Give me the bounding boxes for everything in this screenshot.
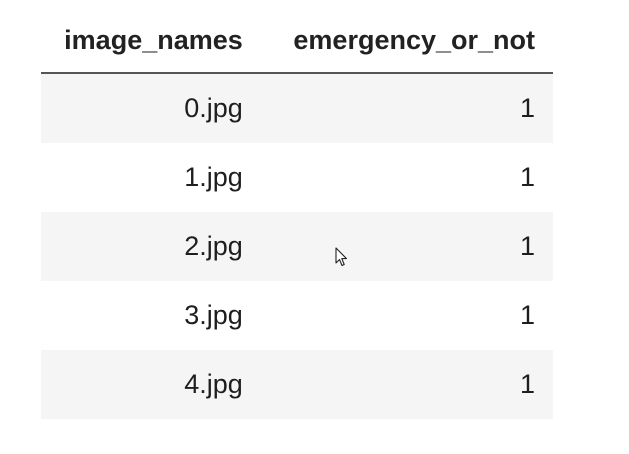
column-header-image-names: image_names [41,8,252,74]
table-row: 4.jpg 1 [41,350,553,419]
header-row: image_names emergency_or_not [41,8,553,74]
cell-image-name: 4.jpg [41,350,252,419]
cell-image-name: 0.jpg [41,73,252,143]
cell-image-name: 1.jpg [41,143,252,212]
table-row: 1.jpg 1 [41,143,553,212]
dataframe-table: image_names emergency_or_not 0.jpg 1 1.j… [41,8,553,419]
column-header-emergency-or-not: emergency_or_not [251,8,553,74]
table-row: 0.jpg 1 [41,73,553,143]
cell-image-name: 3.jpg [41,281,252,350]
cell-emergency-flag: 1 [251,73,553,143]
cell-emergency-flag: 1 [251,212,553,281]
cell-emergency-flag: 1 [251,350,553,419]
table-body: 0.jpg 1 1.jpg 1 2.jpg 1 3.jpg 1 4.jpg 1 [41,73,553,419]
cell-image-name: 2.jpg [41,212,252,281]
cell-emergency-flag: 1 [251,143,553,212]
table-row: 3.jpg 1 [41,281,553,350]
table-row: 2.jpg 1 [41,212,553,281]
table-header: image_names emergency_or_not [41,8,553,74]
cell-emergency-flag: 1 [251,281,553,350]
